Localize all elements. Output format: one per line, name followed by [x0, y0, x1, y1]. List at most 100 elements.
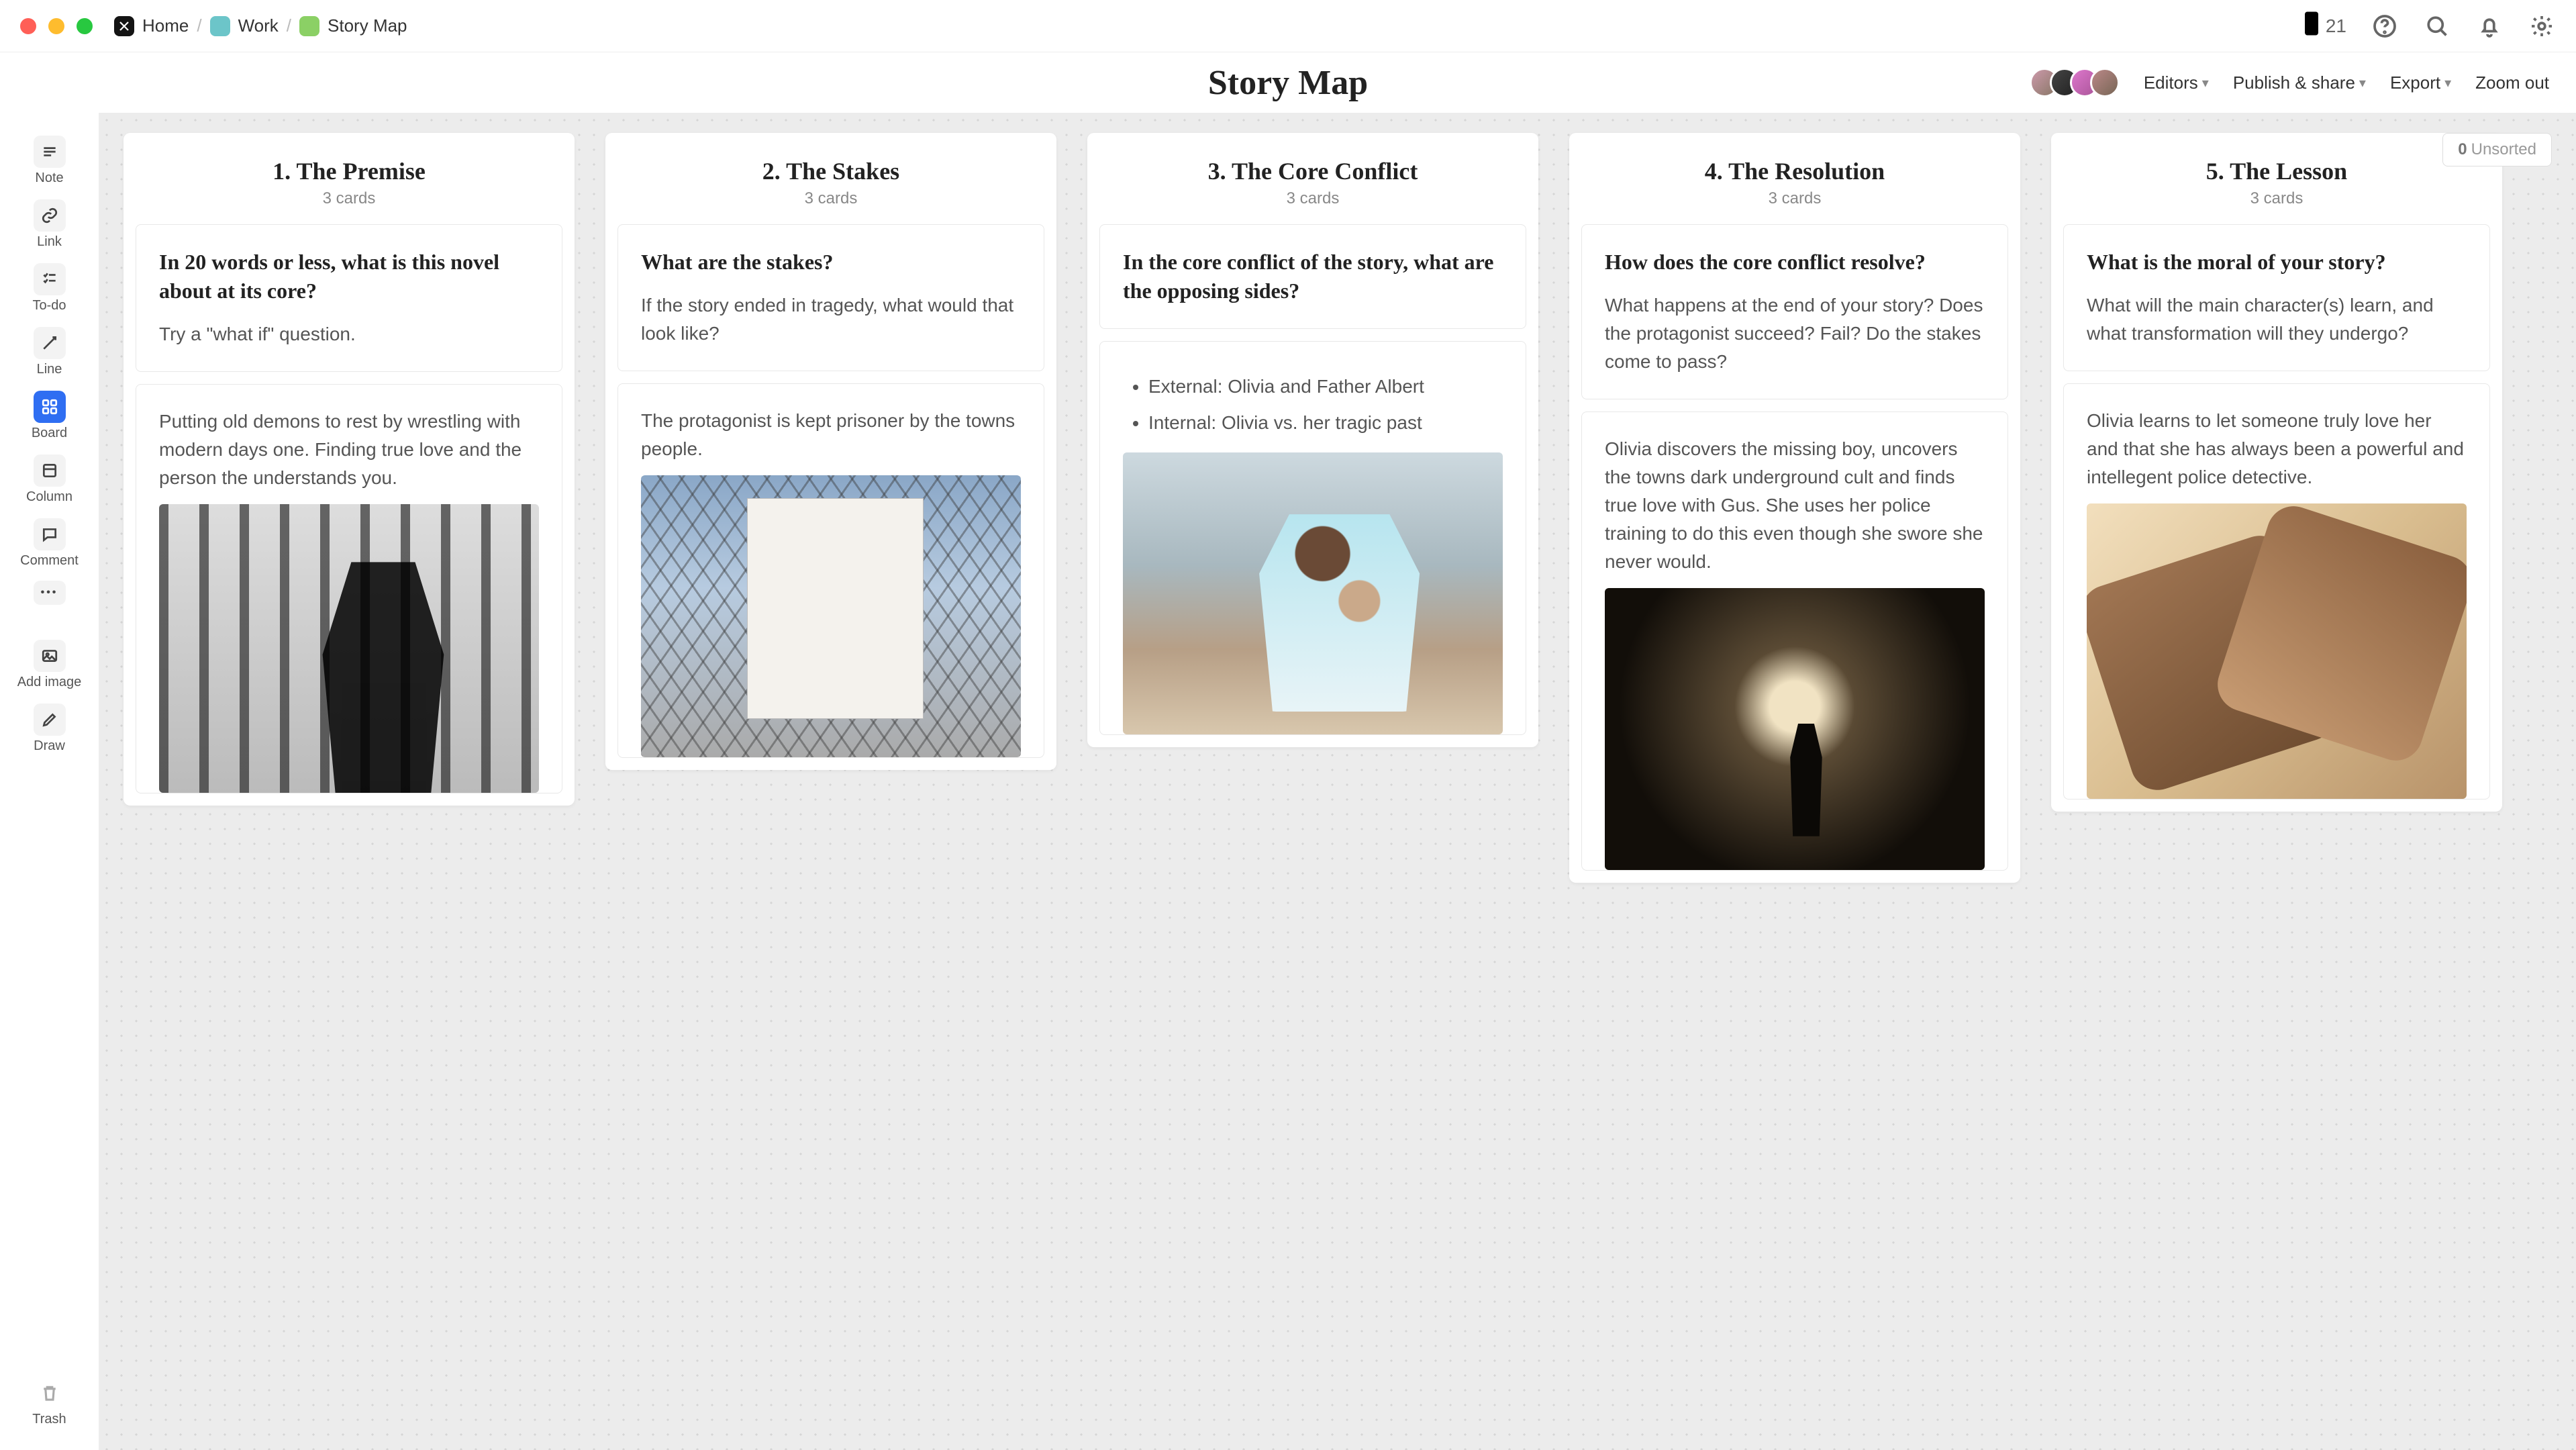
sidebar-item-board[interactable]: Board — [16, 387, 83, 445]
publish-label: Publish & share — [2233, 72, 2355, 93]
maximize-window-button[interactable] — [77, 18, 93, 34]
card[interactable]: Olivia discovers the missing boy, uncove… — [1581, 412, 2008, 871]
breadcrumb-page[interactable]: Story Map — [328, 15, 407, 36]
crumb-separator: / — [287, 15, 291, 36]
card[interactable]: Olivia learns to let someone truly love … — [2063, 383, 2490, 800]
sidebar-item-trash[interactable]: Trash — [16, 1373, 83, 1431]
avatars[interactable] — [2030, 68, 2120, 97]
card-text: Olivia learns to let someone truly love … — [2087, 407, 2467, 491]
column-lesson[interactable]: 5. The Lesson3 cards What is the moral o… — [2051, 133, 2502, 812]
home-icon — [114, 16, 134, 36]
sidebar-item-todo[interactable]: To-do — [16, 259, 83, 318]
column-resolution[interactable]: 4. The Resolution3 cards How does the co… — [1569, 133, 2020, 883]
gear-icon[interactable] — [2528, 12, 2556, 40]
comment-icon — [34, 518, 66, 550]
card[interactable]: In 20 words or less, what is this novel … — [136, 224, 562, 372]
canvas[interactable]: 0Unsorted 1. The Premise 3 cards In 20 wo… — [99, 113, 2576, 1450]
sidebar-item-draw[interactable]: Draw — [16, 699, 83, 758]
sidebar-item-add-image[interactable]: Add image — [16, 636, 83, 694]
card[interactable]: External: Olivia and Father Albert Inter… — [1099, 341, 1526, 734]
card-text: What will the main character(s) learn, a… — [2087, 291, 2467, 348]
column-stakes[interactable]: 2. The Stakes3 cards What are the stakes… — [605, 133, 1056, 770]
zoom-out-button[interactable]: Zoom out — [2475, 72, 2549, 93]
trash-icon — [34, 1377, 66, 1409]
column-count: 3 cards — [617, 189, 1044, 208]
card-heading: In the core conflict of the story, what … — [1123, 248, 1503, 305]
card-image — [1123, 452, 1503, 734]
card-heading: How does the core conflict resolve? — [1605, 248, 1985, 277]
bell-icon[interactable] — [2475, 12, 2504, 40]
page-title: Story Map — [1208, 63, 1368, 103]
column-title: 1. The Premise — [136, 157, 562, 185]
card[interactable]: In the core conflict of the story, what … — [1099, 224, 1526, 329]
card-text: The protagonist is kept prisoner by the … — [641, 407, 1021, 463]
unsorted-label: Unsorted — [2471, 140, 2536, 158]
breadcrumb-work[interactable]: Work — [238, 15, 279, 36]
sidebar-item-label: Line — [37, 362, 62, 377]
publish-button[interactable]: Publish & share▾ — [2233, 72, 2366, 93]
breadcrumb-home[interactable]: Home — [142, 15, 189, 36]
sidebar-more-button[interactable]: ••• — [34, 581, 66, 605]
export-label: Export — [2390, 72, 2440, 93]
card-image — [641, 475, 1021, 757]
sidebar-item-label: Comment — [20, 553, 79, 569]
titlebar: Home / Work / Story Map 21 — [0, 0, 2576, 52]
page-header: Story Map Editors▾ Publish & share▾ Expo… — [0, 52, 2576, 113]
list-item: External: Olivia and Father Albert — [1148, 369, 1503, 404]
card-text: Putting old demons to rest by wrestling … — [159, 407, 539, 492]
zoom-label: Zoom out — [2475, 72, 2549, 93]
sidebar-item-label: Trash — [32, 1412, 66, 1427]
editors-label: Editors — [2144, 72, 2198, 93]
page-icon — [299, 16, 319, 36]
image-icon — [34, 640, 66, 672]
card-text: Olivia discovers the missing boy, uncove… — [1605, 435, 1985, 576]
close-window-button[interactable] — [20, 18, 36, 34]
presence-count-value: 21 — [2326, 15, 2346, 37]
pencil-icon — [34, 704, 66, 736]
sidebar-item-link[interactable]: Link — [16, 195, 83, 254]
column-title: 5. The Lesson — [2063, 157, 2490, 185]
sidebar-item-line[interactable]: Line — [16, 323, 83, 381]
card-image — [1605, 588, 1985, 870]
sidebar-item-column[interactable]: Column — [16, 450, 83, 509]
sidebar-item-label: Draw — [34, 738, 65, 754]
board-columns: 1. The Premise 3 cards In 20 words or les… — [123, 133, 2552, 883]
unsorted-pill[interactable]: 0Unsorted — [2442, 133, 2552, 166]
card[interactable]: What are the stakes? If the story ended … — [617, 224, 1044, 371]
card[interactable]: Putting old demons to rest by wrestling … — [136, 384, 562, 793]
card-image — [2087, 503, 2467, 799]
list-item: Internal: Olivia vs. her tragic past — [1148, 405, 1503, 440]
search-icon[interactable] — [2423, 12, 2451, 40]
checklist-icon — [34, 263, 66, 295]
sidebar-item-label: Add image — [17, 675, 82, 690]
column-premise[interactable]: 1. The Premise3 cards In 20 words or les… — [123, 133, 575, 806]
presence-count[interactable]: 21 — [2301, 10, 2346, 42]
sidebar-item-label: Board — [32, 426, 67, 441]
breadcrumb: Home / Work / Story Map — [114, 15, 407, 36]
card-text: If the story ended in tragedy, what woul… — [641, 291, 1021, 348]
column-conflict[interactable]: 3. The Core Conflict3 cards In the core … — [1087, 133, 1538, 747]
sidebar-item-label: Column — [26, 489, 72, 505]
folder-icon — [210, 16, 230, 36]
sidebar-item-label: Note — [35, 171, 63, 186]
column-count: 3 cards — [1099, 189, 1526, 208]
sidebar-item-note[interactable]: Note — [16, 132, 83, 190]
board-icon — [34, 391, 66, 423]
sidebar-item-comment[interactable]: Comment — [16, 514, 83, 573]
card-heading: What are the stakes? — [641, 248, 1021, 277]
card[interactable]: How does the core conflict resolve? What… — [1581, 224, 2008, 399]
card-image — [159, 504, 539, 793]
column-icon — [34, 454, 66, 487]
chevron-down-icon: ▾ — [2444, 75, 2451, 91]
editors-button[interactable]: Editors▾ — [2144, 72, 2209, 93]
chevron-down-icon: ▾ — [2359, 75, 2366, 91]
card-text: Try a "what if" question. — [159, 320, 539, 348]
help-icon[interactable] — [2371, 12, 2399, 40]
card[interactable]: The protagonist is kept prisoner by the … — [617, 383, 1044, 758]
export-button[interactable]: Export▾ — [2390, 72, 2451, 93]
card-heading: In 20 words or less, what is this novel … — [159, 248, 539, 305]
minimize-window-button[interactable] — [48, 18, 64, 34]
column-count: 3 cards — [1581, 189, 2008, 208]
card[interactable]: What is the moral of your story? What wi… — [2063, 224, 2490, 371]
avatar — [2090, 68, 2120, 97]
